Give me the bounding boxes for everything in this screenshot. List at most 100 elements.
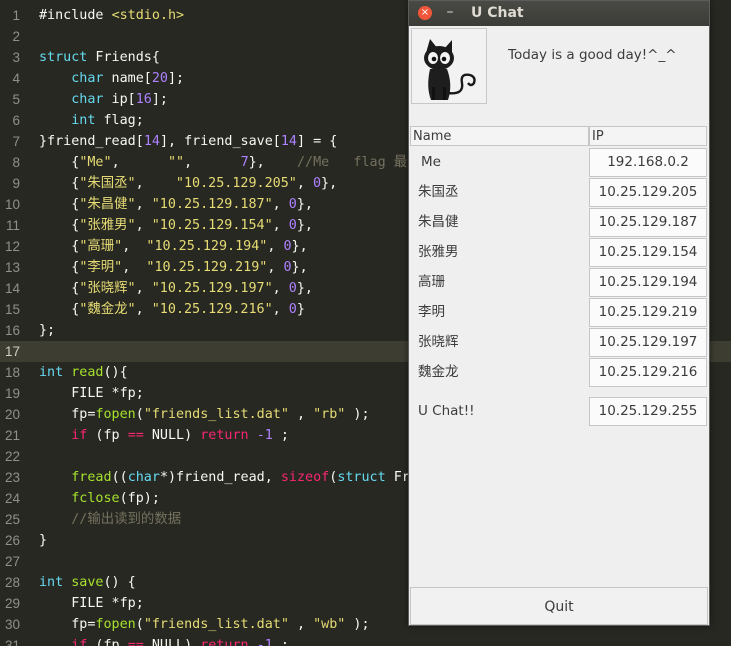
line-number: 21 [4,428,20,443]
friend-name: 张雅男 [418,244,459,260]
code-token: "rb" [313,407,346,422]
code-token: ]; [151,92,168,107]
quit-button[interactable]: Quit [410,587,708,625]
code-token: ); [345,617,370,632]
code-line[interactable]: 31 if (fp == NULL) return -1 ; [0,635,731,646]
code-token: FILE *fp; [39,596,144,611]
code-token: 14 [280,134,297,149]
code-text: //输出读到的数据 [39,509,181,530]
code-text: if (fp == NULL) return -1 ; [39,425,289,446]
minimize-button[interactable]: – [443,3,457,21]
code-token: struct [337,470,386,485]
code-token: { [39,218,80,233]
code-token: 0 [288,218,297,233]
code-token: 14 [143,134,160,149]
code-token: , [267,239,284,254]
code-token: }, [248,155,297,170]
code-text: if (fp == NULL) return -1 ; [39,635,289,646]
code-token: () { [103,575,136,590]
code-token: 16 [135,92,152,107]
line-number: 22 [4,449,20,464]
avatar[interactable] [411,28,487,104]
code-token: , [288,617,314,632]
friend-ip-field[interactable]: 10.25.129.154 [589,238,707,267]
friend-ip-field[interactable]: 192.168.0.2 [589,148,707,177]
line-number: 13 [4,260,20,275]
line-number: 23 [4,470,20,485]
code-token: if [71,428,88,443]
code-token: NULL) [143,638,201,646]
code-token: "10.25.129.187" [151,197,273,212]
line-number: 5 [12,92,20,107]
friend-ip-field[interactable]: 10.25.129.187 [589,208,707,237]
line-number: 6 [12,113,20,128]
friend-ip-field[interactable]: 10.25.129.194 [589,268,707,297]
code-token: (fp [87,428,128,443]
code-token: "10.25.129.216" [151,302,273,317]
code-token: "10.25.129.205" [175,176,297,191]
line-number: 15 [4,302,20,317]
line-number: 12 [4,239,20,254]
code-token: ; [272,428,289,443]
code-text: {"张晓辉", "10.25.129.197", 0}, [39,278,313,299]
code-token: , [184,155,241,170]
code-token: NULL) [143,428,201,443]
code-token: , [135,176,176,191]
code-token: -1 [256,638,273,646]
code-text: #include <stdio.h> [39,5,184,26]
code-token: "Me" [79,155,112,170]
broadcast-ip-field[interactable]: 10.25.129.255 [589,397,707,426]
friend-name: 朱国丞 [418,184,459,200]
code-token: //输出读到的数据 [71,512,182,527]
title-bar[interactable]: × – U Chat [409,1,709,26]
line-number: 19 [4,386,20,401]
friend-name: 张晓辉 [418,334,459,350]
code-token: , [272,281,289,296]
code-text: {"朱昌健", "10.25.129.187", 0}, [39,194,313,215]
code-token: }; [39,323,56,338]
black-cat-icon [424,39,476,100]
close-button[interactable]: × [418,6,432,20]
line-number: 17 [4,344,20,359]
code-token: , [272,302,289,317]
code-token: 0 [283,260,292,275]
code-text: char ip[16]; [39,89,168,110]
code-text: {"高珊", "10.25.129.194", 0}, [39,236,307,257]
code-token: , [296,176,313,191]
friend-ip-field[interactable]: 10.25.129.205 [589,178,707,207]
ip-column-header[interactable]: IP [589,126,707,146]
code-text: int save() { [39,572,136,593]
code-token: { [39,260,80,275]
friend-ip-field[interactable]: 10.25.129.216 [589,358,707,387]
line-number: 18 [4,365,20,380]
code-token: , [272,197,289,212]
code-token: (( [111,470,128,485]
code-token: if [71,638,88,646]
code-token: #include [39,8,112,23]
close-icon: × [420,7,430,18]
code-token: "wb" [313,617,346,632]
name-column-header[interactable]: Name [410,126,589,146]
code-token: return [200,428,249,443]
code-token: fopen [95,407,136,422]
code-token: ( [135,407,144,422]
code-text: {"朱国丞", "10.25.129.205", 0}, [39,173,337,194]
friend-ip-field[interactable]: 10.25.129.219 [589,298,707,327]
code-token: fp= [39,407,96,422]
code-token: 20 [151,71,168,86]
code-token: { [39,155,80,170]
window-title: U Chat [471,5,524,21]
code-token: char [71,71,104,86]
code-token: return [200,638,249,646]
code-text: fp=fopen("friends_list.dat" , "wb" ); [39,614,370,635]
friend-ip-field[interactable]: 10.25.129.197 [589,328,707,357]
code-token: ] = { [297,134,338,149]
friend-name: 李明 [418,304,445,320]
code-text: }; [39,320,55,341]
line-number: 10 [4,197,20,212]
